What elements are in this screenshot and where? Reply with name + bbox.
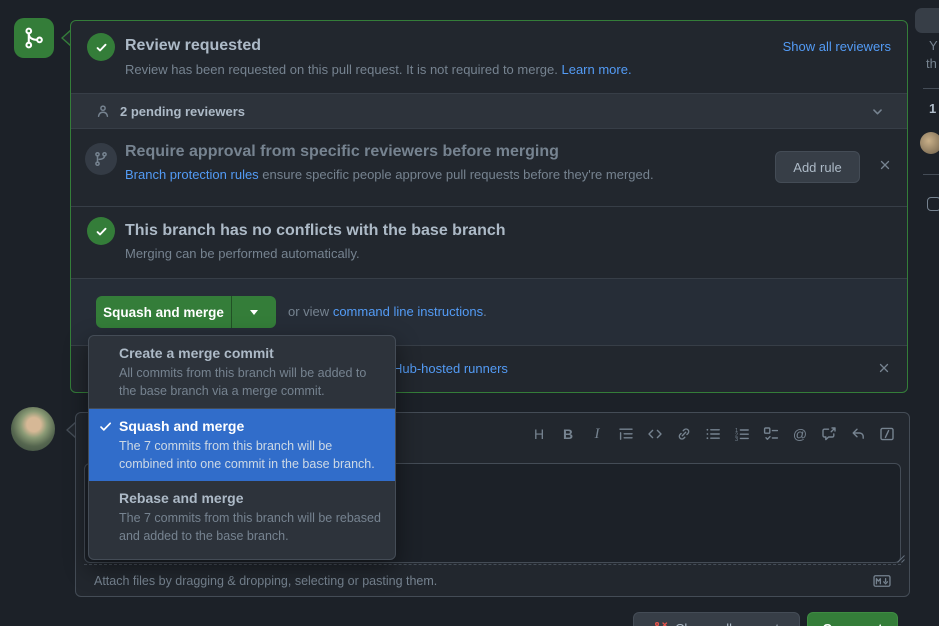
review-requested-title: Review requested xyxy=(125,37,261,55)
code-icon[interactable] xyxy=(647,426,663,442)
italic-icon[interactable]: I xyxy=(589,426,605,442)
dropdown-item-description: The 7 commits from this branch will be c… xyxy=(119,437,387,473)
command-line-instructions-link[interactable]: command line instructions xyxy=(333,304,483,319)
pending-reviewers-row[interactable]: 2 pending reviewers xyxy=(71,93,907,129)
right-rail-text-fragment-2: th xyxy=(926,56,937,71)
attach-files-row[interactable]: Attach files by dragging & dropping, sel… xyxy=(84,564,901,597)
close-pull-request-label: Close pull request xyxy=(675,621,779,626)
merge-options-dropdown: Create a merge commit All commits from t… xyxy=(88,335,396,560)
dropdown-item-title: Squash and merge xyxy=(119,417,387,435)
right-rail-button-fragment[interactable] xyxy=(915,8,939,33)
review-requested-description-text: Review has been requested on this pull r… xyxy=(125,62,558,77)
hub-hosted-runners-link[interactable]: Hub-hosted runners xyxy=(393,361,508,376)
user-avatar xyxy=(11,407,55,451)
git-branch-icon xyxy=(93,151,109,167)
saved-replies-icon[interactable] xyxy=(850,426,866,442)
svg-text:3: 3 xyxy=(735,437,738,442)
unordered-list-icon[interactable] xyxy=(705,426,721,442)
branch-protection-rules-link[interactable]: Branch protection rules xyxy=(125,167,259,182)
chevron-down-icon xyxy=(870,104,885,119)
right-rail-avatar-fragment xyxy=(920,132,939,154)
close-pull-request-button[interactable]: Close pull request xyxy=(633,612,800,626)
pull-request-closed-icon xyxy=(654,621,668,626)
check-icon xyxy=(94,40,109,55)
branch-protection-circle xyxy=(85,143,117,175)
selected-check-icon xyxy=(98,419,113,434)
comment-button[interactable]: Comment xyxy=(807,612,898,626)
check-icon xyxy=(94,224,109,239)
branch-protection-section: Require approval from specific reviewers… xyxy=(71,129,907,206)
branch-protection-title: Require approval from specific reviewers… xyxy=(125,143,559,161)
merge-button-group: Squash and merge xyxy=(96,296,276,328)
dropdown-item-squash-and-merge[interactable]: Squash and merge The 7 commits from this… xyxy=(89,409,395,481)
branch-protection-description: Branch protection rules ensure specific … xyxy=(125,167,654,182)
dropdown-item-description: All commits from this branch will be add… xyxy=(119,364,387,400)
squash-and-merge-button[interactable]: Squash and merge xyxy=(96,296,231,328)
close-icon xyxy=(878,158,892,172)
pending-reviewers-label: 2 pending reviewers xyxy=(120,104,245,119)
cli-instructions-text: or view command line instructions. xyxy=(288,304,487,319)
resize-grip[interactable] xyxy=(896,554,906,564)
task-list-icon[interactable] xyxy=(763,426,779,442)
dropdown-item-create-merge-commit[interactable]: Create a merge commit All commits from t… xyxy=(89,336,395,409)
no-conflicts-section: This branch has no conflicts with the ba… xyxy=(71,206,907,278)
caret-down-icon xyxy=(250,310,258,315)
quote-icon[interactable] xyxy=(618,426,634,442)
git-merge-timeline-icon xyxy=(14,18,54,58)
attach-files-hint: Attach files by dragging & dropping, sel… xyxy=(94,574,437,588)
show-all-reviewers-link[interactable]: Show all reviewers xyxy=(783,39,891,54)
conflicts-check-circle xyxy=(87,217,115,245)
learn-more-link[interactable]: Learn more. xyxy=(561,62,631,77)
markdown-icon[interactable] xyxy=(873,575,891,587)
right-rail-count-fragment: 1 xyxy=(929,101,936,116)
person-icon xyxy=(95,103,111,119)
git-merge-icon xyxy=(23,27,45,49)
link-icon[interactable] xyxy=(676,426,692,442)
right-rail-text-fragment-1: Y xyxy=(929,38,938,53)
close-icon xyxy=(877,361,891,375)
or-view-text: or view xyxy=(288,304,329,319)
branch-protection-description-text: ensure specific people approve pull requ… xyxy=(259,167,654,182)
dismiss-runners-button[interactable] xyxy=(877,361,891,375)
right-rail-divider xyxy=(923,88,939,89)
dropdown-item-rebase-and-merge[interactable]: Rebase and merge The 7 commits from this… xyxy=(89,481,395,559)
period-text: . xyxy=(483,304,487,319)
review-requested-section: Review requested Review has been request… xyxy=(71,21,907,93)
review-check-circle xyxy=(87,33,115,61)
no-conflicts-description: Merging can be performed automatically. xyxy=(125,246,360,261)
slash-command-icon[interactable] xyxy=(879,426,895,442)
heading-icon[interactable]: H xyxy=(531,426,547,442)
dropdown-item-title: Rebase and merge xyxy=(119,489,387,507)
merge-options-dropdown-button[interactable] xyxy=(231,296,276,328)
dismiss-protection-button[interactable] xyxy=(878,158,892,172)
add-rule-button[interactable]: Add rule xyxy=(775,151,860,183)
ordered-list-icon[interactable]: 123 xyxy=(734,426,750,442)
bold-icon[interactable]: B xyxy=(560,426,576,442)
dropdown-item-description: The 7 commits from this branch will be r… xyxy=(119,509,387,545)
right-rail-icon-fragment xyxy=(927,197,939,211)
mention-icon[interactable]: @ xyxy=(792,426,808,442)
pull-request-merge-screen: Review requested Review has been request… xyxy=(0,0,939,626)
markdown-toolbar: H B I 123 @ xyxy=(531,426,895,442)
no-conflicts-title: This branch has no conflicts with the ba… xyxy=(125,222,506,240)
right-rail-divider xyxy=(923,174,939,175)
dropdown-item-title: Create a merge commit xyxy=(119,344,387,362)
cross-reference-icon[interactable] xyxy=(821,426,837,442)
review-requested-description: Review has been requested on this pull r… xyxy=(125,62,632,77)
